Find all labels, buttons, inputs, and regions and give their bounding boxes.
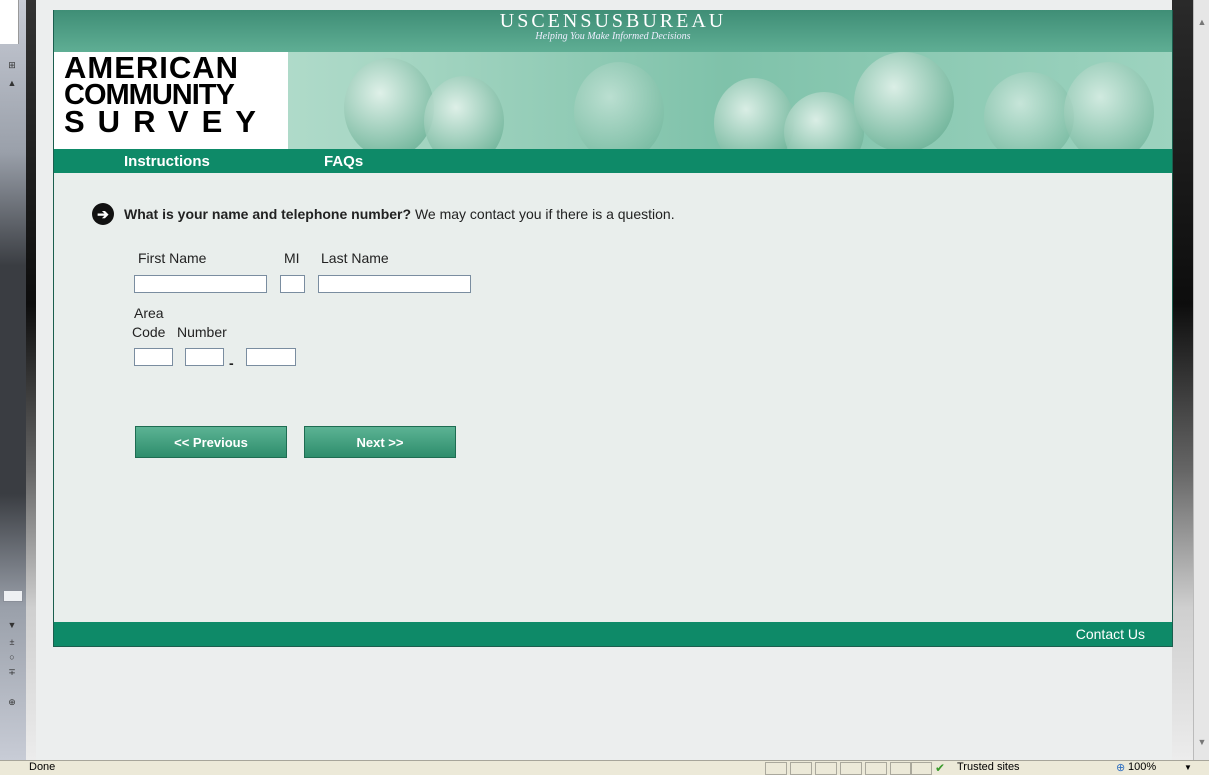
- status-panel: [765, 762, 787, 775]
- acs-logo: AMERICAN COMMUNITY SURVEY: [54, 52, 288, 149]
- banner-photo-figure: [344, 58, 434, 149]
- zoom-magnifier-icon: ⊕: [1116, 762, 1126, 774]
- previous-button[interactable]: << Previous: [135, 426, 287, 458]
- area-code-label-line1: Area: [134, 305, 164, 321]
- scroll-down-arrow-icon[interactable]: ▼: [1196, 736, 1208, 748]
- area-code-input[interactable]: [135, 350, 172, 366]
- first-name-field[interactable]: [134, 275, 267, 293]
- browser-left-edge: [26, 0, 36, 760]
- logo-line-survey: SURVEY: [64, 104, 269, 139]
- banner-photo-figure: [574, 62, 664, 149]
- banner-photo-figure: [714, 78, 794, 149]
- chevron-down-icon[interactable]: ▼: [1184, 761, 1192, 775]
- first-name-label: First Name: [138, 250, 207, 266]
- vertical-ruler: [0, 0, 19, 44]
- area-code-label-line2: Code: [132, 324, 166, 340]
- zoom-icon[interactable]: ⊕: [6, 697, 18, 707]
- banner-photo-figure: [854, 52, 954, 149]
- census-header: USCENSUSBUREAU Helping You Make Informed…: [54, 10, 1172, 52]
- scroll-thumb[interactable]: [3, 590, 23, 602]
- status-panel: [790, 762, 812, 775]
- scroll-up-arrow-icon[interactable]: ▲: [1196, 16, 1208, 28]
- bureau-title: USCENSUSBUREAU: [499, 10, 727, 32]
- phone-dash: -: [229, 355, 234, 371]
- top-navigation: Instructions FAQs: [54, 149, 1172, 173]
- banner-photo-figure: [1064, 62, 1154, 149]
- scroll-up-icon[interactable]: ▲: [6, 78, 18, 88]
- survey-page: USCENSUSBUREAU Helping You Make Informed…: [53, 10, 1173, 647]
- next-page-icon[interactable]: ∓: [6, 667, 18, 677]
- contact-us-link[interactable]: Contact Us: [1076, 626, 1145, 642]
- number-label: Number: [177, 324, 227, 340]
- browser-status-bar: Done ✔ Trusted sites ⊕ 100% ▼: [0, 760, 1209, 775]
- phone-suffix-input[interactable]: [247, 350, 295, 366]
- mi-label: MI: [284, 250, 300, 266]
- status-panel: [815, 762, 837, 775]
- question-text: What is your name and telephone number? …: [124, 206, 675, 222]
- next-button[interactable]: Next >>: [304, 426, 456, 458]
- question-bold-text: What is your name and telephone number?: [124, 206, 412, 222]
- question-plain-text: We may contact you if there is a questio…: [414, 206, 675, 222]
- select-browse-object-icon[interactable]: ○: [6, 652, 18, 662]
- banner-photo-figure: [984, 72, 1074, 149]
- vertical-scrollbar[interactable]: ▲ ▼: [1193, 0, 1209, 760]
- last-name-input[interactable]: [319, 277, 470, 293]
- mi-input[interactable]: [281, 277, 304, 293]
- status-panel: [840, 762, 862, 775]
- zoom-control[interactable]: ⊕ 100% ▼: [1112, 761, 1192, 775]
- arrow-right-circle-icon: ➔: [92, 203, 114, 225]
- left-toolbar-strip: ⊞ ▲ ▼ ± ○ ∓ ⊕: [0, 0, 26, 760]
- last-name-label: Last Name: [321, 250, 389, 266]
- previous-page-icon[interactable]: ±: [6, 637, 18, 647]
- footer-bar: Contact Us: [54, 622, 1172, 646]
- status-panel: [865, 762, 887, 775]
- first-name-input[interactable]: [135, 277, 266, 293]
- logo-line-american: AMERICAN: [64, 50, 240, 85]
- last-name-field[interactable]: [318, 275, 471, 293]
- browser-right-edge: [1172, 0, 1193, 760]
- checkmark-icon: ✔: [935, 761, 946, 775]
- phone-prefix-field[interactable]: [185, 348, 224, 366]
- bureau-tagline: Helping You Make Informed Decisions: [535, 31, 691, 42]
- banner-photo-figure: [424, 76, 504, 149]
- status-text: Done: [29, 761, 56, 773]
- security-zone-label: Trusted sites: [957, 761, 1020, 773]
- nav-instructions[interactable]: Instructions: [124, 153, 210, 170]
- status-panel: [910, 762, 932, 775]
- ruler-toggle-icon[interactable]: ⊞: [6, 60, 18, 70]
- status-panel: [890, 762, 912, 775]
- zoom-level: 100%: [1128, 761, 1157, 773]
- area-code-field[interactable]: [134, 348, 173, 366]
- nav-faqs[interactable]: FAQs: [324, 153, 363, 170]
- banner-photo-figure: [784, 92, 864, 149]
- phone-prefix-input[interactable]: [186, 350, 223, 366]
- phone-suffix-field[interactable]: [246, 348, 296, 366]
- scroll-down-icon[interactable]: ▼: [6, 620, 18, 630]
- security-zone[interactable]: ✔ Trusted sites: [935, 761, 1095, 775]
- mi-field[interactable]: [280, 275, 305, 293]
